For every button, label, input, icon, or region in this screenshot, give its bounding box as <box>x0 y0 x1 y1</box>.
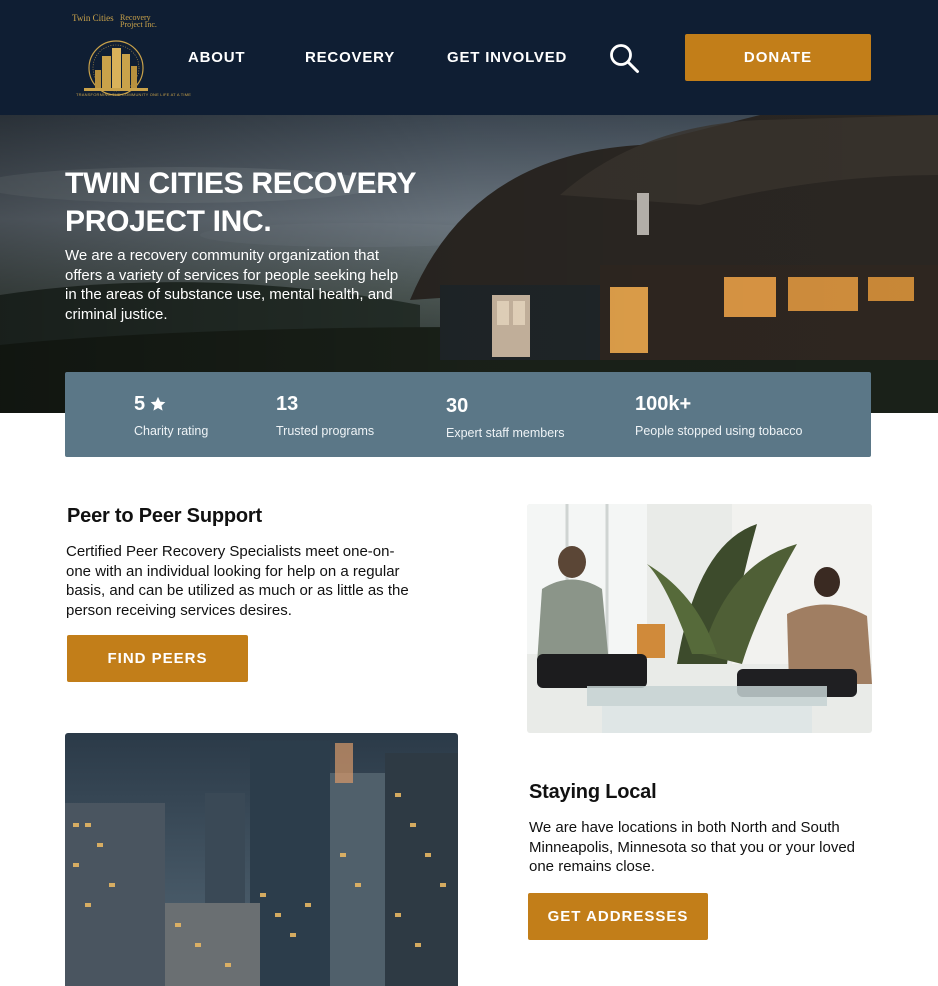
stat-staff-members: 30 Expert staff members <box>446 394 565 440</box>
stat-label: People stopped using tobacco <box>635 424 803 438</box>
nav-link-get-involved[interactable]: GET INVOLVED <box>447 49 567 66</box>
counseling-session-photo <box>527 504 872 733</box>
find-peers-button[interactable]: FIND PEERS <box>67 635 248 682</box>
logo-tagline: TRANSFORMING THE COMMUNITY ONE LIFE AT A… <box>76 92 192 97</box>
peer-support-heading: Peer to Peer Support <box>67 505 262 527</box>
hero-description: We are a recovery community organization… <box>65 247 399 323</box>
stat-value: 30 <box>446 395 469 417</box>
stat-value: 100k+ <box>635 393 692 415</box>
hero-title: TWIN CITIES RECOVERY PROJECT INC. <box>65 167 416 238</box>
stat-trusted-programs: 13 Trusted programs <box>276 392 374 438</box>
skyline-emblem-icon <box>84 40 148 96</box>
peer-support-description: Certified Peer Recovery Specialists meet… <box>66 543 409 619</box>
stat-value: 5 <box>134 393 146 415</box>
minneapolis-skyline-photo <box>65 733 458 986</box>
donate-button[interactable]: DONATE <box>685 34 871 81</box>
stats-bar: 5 Charity rating 13 Trusted programs 30 … <box>65 372 871 457</box>
stat-label: Charity rating <box>134 424 209 438</box>
site-logo[interactable]: Twin Cities Recovery Project Inc. TRANSF… <box>70 12 191 100</box>
nav-link-about[interactable]: ABOUT <box>188 49 245 66</box>
stat-people-stopped-tobacco: 100k+ People stopped using tobacco <box>635 392 803 438</box>
stat-charity-rating: 5 Charity rating <box>134 392 208 438</box>
nav-link-recovery[interactable]: RECOVERY <box>305 49 395 66</box>
logo-text-recovery-project: Recovery Project Inc. <box>120 13 157 29</box>
top-navigation: Twin Cities Recovery Project Inc. TRANSF… <box>0 0 938 115</box>
stat-label: Expert staff members <box>446 426 565 440</box>
hero-banner: TWIN CITIES RECOVERY PROJECT INC. We are… <box>0 115 938 413</box>
logo-text-twin-cities: Twin Cities <box>72 13 114 23</box>
search-icon[interactable] <box>607 41 641 75</box>
staying-local-heading: Staying Local <box>529 781 657 803</box>
staying-local-description: We are have locations in both North and … <box>529 819 856 875</box>
get-addresses-button[interactable]: GET ADDRESSES <box>528 893 708 940</box>
stat-value: 13 <box>276 393 299 415</box>
stat-label: Trusted programs <box>276 424 375 438</box>
star-icon <box>150 396 166 411</box>
